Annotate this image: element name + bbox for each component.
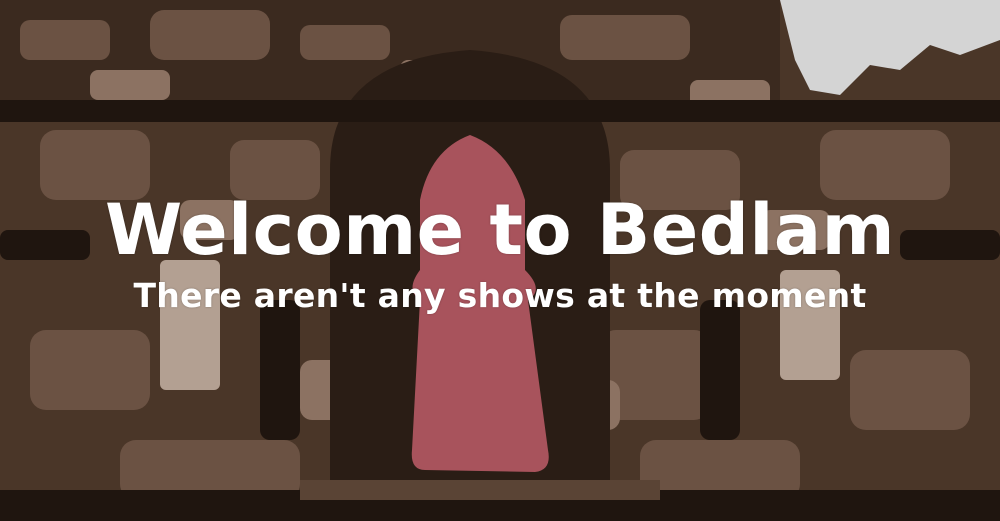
page-subtitle: There aren't any shows at the moment (133, 276, 867, 315)
hero-banner: Welcome to Bedlam There aren't any shows… (0, 0, 1000, 521)
hero-text-block: Welcome to Bedlam There aren't any shows… (0, 190, 1000, 316)
page-title: Welcome to Bedlam (104, 189, 896, 271)
